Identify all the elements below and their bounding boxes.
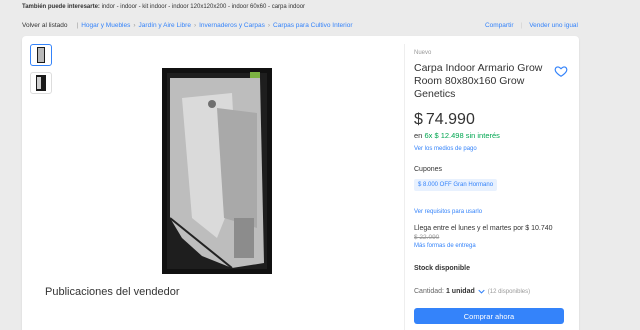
back-to-listing-link[interactable]: Volver al listado bbox=[22, 22, 68, 29]
breadcrumb-chevron: › bbox=[267, 22, 271, 29]
quantity-selector[interactable]: Cantidad: 1 unidad (12 disponibles) bbox=[414, 288, 574, 295]
buy-box: Nuevo Carpa Indoor Armario Grow Room 80x… bbox=[414, 50, 574, 324]
product-card: Nuevo Carpa Indoor Armario Grow Room 80x… bbox=[22, 36, 579, 330]
sell-similar-link[interactable]: Vender uno igual bbox=[529, 22, 578, 29]
installments: en 6x $ 12.498 sin interés bbox=[414, 131, 574, 140]
product-image[interactable] bbox=[162, 68, 272, 274]
quantity-label: Cantidad: bbox=[414, 288, 444, 295]
seller-publications-heading: Publicaciones del vendedor bbox=[45, 286, 180, 298]
shipping-info: Llega entre el lunes y el martes por $ 1… bbox=[414, 225, 553, 232]
delivery-options-link[interactable]: Más formas de entrega bbox=[414, 243, 574, 249]
header-actions-divider: | bbox=[520, 22, 523, 29]
chevron-down-icon[interactable] bbox=[478, 289, 485, 294]
breadcrumb-item-greenhouses[interactable]: Invernaderos y Carpas bbox=[199, 22, 265, 29]
also-search-terms[interactable]: indor - indoor - kit indoor - indoor 120… bbox=[102, 4, 305, 10]
thumbnail-1[interactable] bbox=[30, 44, 52, 66]
coupons-title: Cupones bbox=[414, 166, 443, 173]
price: $ 74.990 bbox=[414, 111, 574, 129]
price-amount: 74.990 bbox=[425, 111, 475, 128]
buy-now-button[interactable]: Comprar ahora bbox=[414, 308, 564, 324]
product-condition: Nuevo bbox=[414, 50, 432, 56]
quantity-available: (12 disponibles) bbox=[487, 288, 531, 295]
installments-value: 6x $ 12.498 sin interés bbox=[424, 131, 500, 140]
buybox-divider bbox=[404, 44, 405, 330]
price-currency: $ bbox=[414, 111, 423, 128]
share-link[interactable]: Compartir bbox=[485, 22, 514, 29]
quantity-value[interactable]: 1 unidad bbox=[446, 288, 475, 295]
shipping-old-price: $ 22.090 bbox=[414, 234, 440, 241]
breadcrumb-chevron: › bbox=[133, 22, 136, 29]
installments-prefix: en bbox=[414, 131, 423, 140]
breadcrumb-chevron: › bbox=[193, 22, 197, 29]
payment-methods-link[interactable]: Ver los medios de pago bbox=[414, 146, 574, 152]
tent-thumbnail-icon bbox=[37, 47, 45, 63]
thumbnail-gallery bbox=[30, 44, 52, 100]
thumbnail-2[interactable] bbox=[30, 72, 52, 94]
breadcrumb-item-grow-tents[interactable]: Carpas para Cultivo Interior bbox=[273, 22, 352, 29]
stock-status: Stock disponible bbox=[414, 265, 471, 272]
product-title: Carpa Indoor Armario Grow Room 80x80x160… bbox=[414, 62, 543, 100]
breadcrumb-separator: | bbox=[76, 22, 79, 29]
breadcrumb-item-home[interactable]: Hogar y Muebles bbox=[81, 22, 130, 29]
also-search-label: También puede interesarte: bbox=[22, 4, 100, 10]
header-actions: Compartir | Vender uno igual bbox=[485, 22, 578, 29]
heart-icon[interactable] bbox=[554, 64, 568, 78]
also-search-bar: También puede interesarte: indor - indoo… bbox=[22, 4, 305, 10]
coupon-requirements-link[interactable]: Ver requisitos para usarlo bbox=[414, 209, 574, 215]
breadcrumb: Volver al listado | Hogar y Muebles › Ja… bbox=[22, 22, 353, 29]
breadcrumb-item-garden[interactable]: Jardín y Aire Libre bbox=[139, 22, 191, 29]
tent-open-thumbnail-icon bbox=[36, 75, 46, 91]
coupon-badge[interactable]: $ 8.000 OFF Gran Hormano bbox=[414, 179, 498, 191]
